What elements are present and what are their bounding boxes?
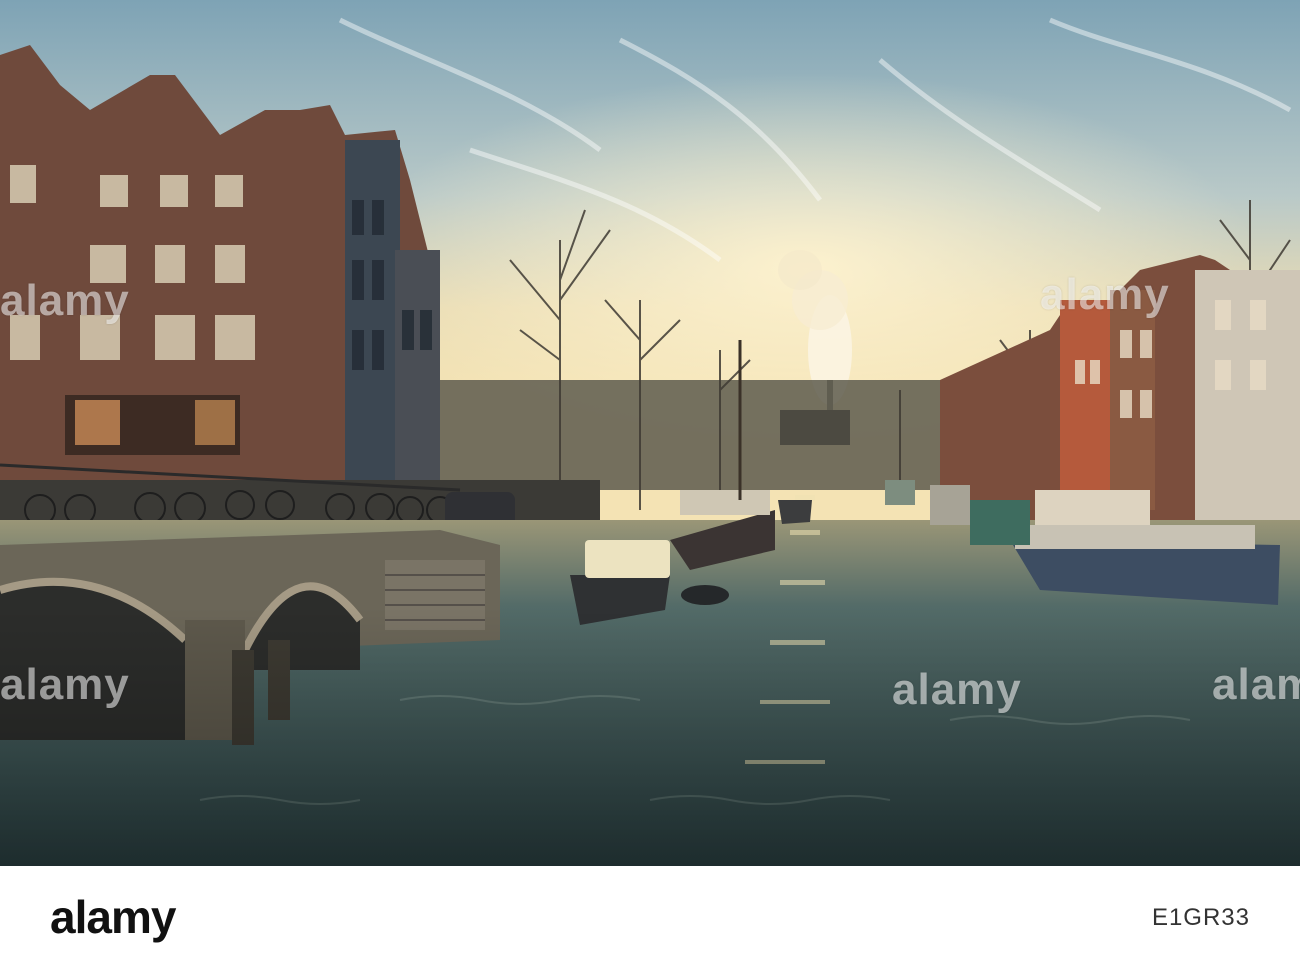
footer-bar: alamy E1GR33 (0, 866, 1300, 956)
canal-scene (0, 0, 1300, 866)
stock-image-id: E1GR33 (1151, 904, 1250, 931)
canal-photo: alamy alamy alamy alamy alamy (0, 0, 1300, 866)
brand-logo[interactable]: alamy (50, 890, 176, 944)
